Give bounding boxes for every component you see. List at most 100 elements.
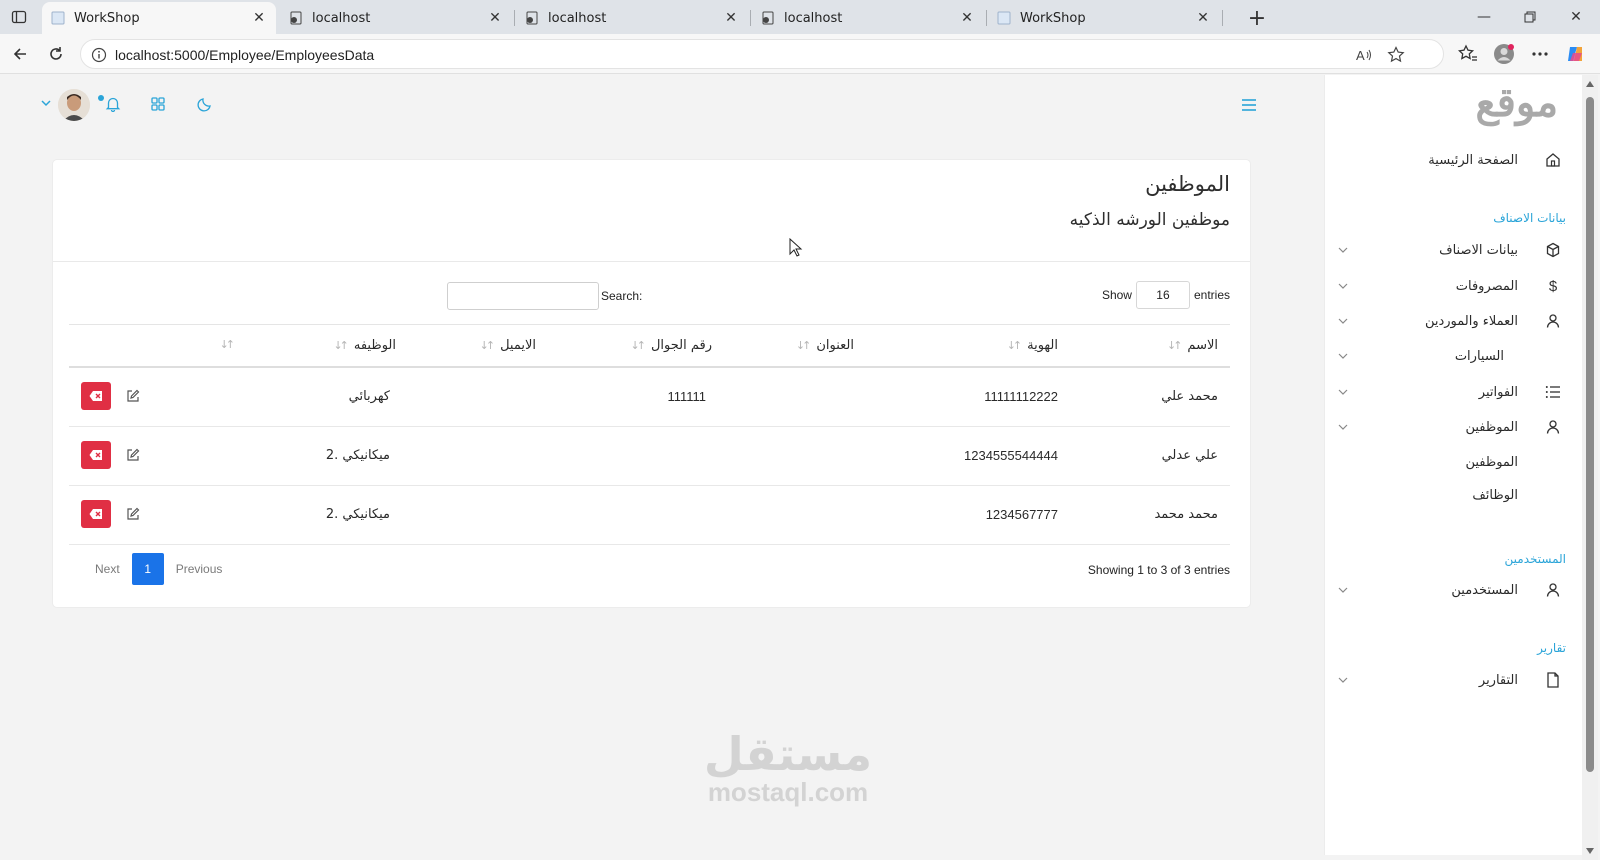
favorite-star-icon[interactable]	[1387, 46, 1405, 64]
employees-card: الموظفين موظفين الورشه الذكيه Show 16 en…	[53, 160, 1250, 607]
column-header-actions[interactable]: ↑↓	[220, 338, 240, 351]
close-tab-icon[interactable]: ✕	[722, 9, 740, 27]
page-top-navbar	[4, 75, 1324, 135]
sidebar-item-label: العملاء والموردين	[1424, 313, 1518, 329]
close-tab-icon[interactable]: ✕	[958, 9, 976, 27]
watermark-arabic: مستقل	[703, 727, 873, 781]
sidebar-item-label: الفواتير	[1478, 384, 1518, 400]
pagination-next[interactable]: Next	[83, 562, 132, 576]
tab-title: WorkShop	[1020, 10, 1086, 26]
delete-button[interactable]	[81, 382, 111, 410]
sidebar-section-reports: تقارير	[1537, 641, 1566, 655]
table-search: Search:	[447, 282, 642, 310]
browser-tab[interactable]: localhost ✕	[516, 2, 748, 34]
entries-length-control: Show 16 entries	[1102, 281, 1230, 309]
sidebar-item-label: السيارات	[1454, 348, 1504, 364]
read-aloud-icon[interactable]: A	[1355, 46, 1373, 64]
minimize-icon[interactable]: —	[1470, 4, 1498, 30]
delete-button[interactable]	[81, 441, 111, 469]
sidebar-item-customers-suppliers[interactable]: العملاء والموردين	[1324, 306, 1582, 336]
browser-tab[interactable]: localhost ✕	[752, 2, 984, 34]
sidebar-item-reports[interactable]: التقارير	[1324, 665, 1582, 695]
svg-text:A: A	[1356, 48, 1365, 63]
cell-job: ميكانيكي .2	[325, 448, 390, 463]
sidebar-item-cars[interactable]: السيارات	[1324, 341, 1582, 371]
page-scrollbar[interactable]	[1582, 75, 1598, 860]
cell-name: محمد محمد	[1154, 507, 1218, 522]
column-header-email[interactable]: الايميل ↑↓	[480, 338, 536, 353]
reload-icon[interactable]	[42, 40, 70, 68]
url-bar[interactable]: localhost:5000/Employee/EmployeesData A	[80, 39, 1444, 69]
mostaql-watermark: مستقل mostaql.com	[688, 731, 888, 805]
dark-mode-moon-icon[interactable]	[196, 95, 214, 113]
hamburger-menu-icon[interactable]	[1240, 97, 1258, 113]
close-tab-icon[interactable]: ✕	[1194, 9, 1212, 27]
site-info-icon[interactable]	[91, 47, 107, 63]
copilot-icon[interactable]	[1564, 42, 1588, 66]
table-header: الاسم ↑↓ الهوية ↑↓ العنوان ↑↓ رقم الجوال ↑↓ …	[69, 324, 1230, 368]
sidebar-item-employees[interactable]: الموظفين	[1324, 412, 1582, 442]
pagination-previous[interactable]: Previous	[164, 562, 235, 576]
sidebar-item-label: الموظفين	[1465, 419, 1518, 435]
sort-icon: ↑↓	[795, 339, 812, 352]
sidebar-section-users: المستخدمين	[1504, 552, 1566, 566]
user-icon	[1544, 418, 1562, 436]
sidebar-subitem-jobs[interactable]: الوظائف	[1472, 488, 1518, 503]
scroll-up-icon[interactable]	[1586, 81, 1594, 87]
sidebar-subitem-employees[interactable]: الموظفين	[1465, 455, 1518, 470]
scrollbar-thumb[interactable]	[1586, 97, 1594, 772]
mouse-cursor-icon	[789, 238, 803, 257]
new-tab-button[interactable]: +	[1244, 5, 1270, 31]
cell-job: ميكانيكي .2	[325, 507, 390, 522]
edit-icon[interactable]	[125, 506, 141, 522]
column-header-id[interactable]: الهوية ↑↓	[1007, 338, 1058, 353]
edit-icon[interactable]	[125, 388, 141, 404]
file-icon	[1544, 671, 1562, 689]
column-header-job[interactable]: الوظيفه ↑↓	[333, 338, 396, 353]
chevron-down-icon	[1336, 385, 1350, 399]
restore-icon[interactable]	[1516, 4, 1544, 30]
more-options-icon[interactable]	[1528, 42, 1552, 66]
browser-tab[interactable]: WorkShop ✕	[42, 2, 276, 34]
brand-logo[interactable]: موقع	[1476, 79, 1560, 126]
tab-title: WorkShop	[74, 10, 140, 26]
cell-id: 1234555544444	[964, 448, 1058, 463]
search-input[interactable]	[447, 282, 599, 310]
page-favicon-icon	[288, 10, 304, 26]
browser-tab[interactable]: WorkShop ✕	[988, 2, 1220, 34]
avatar[interactable]	[58, 89, 90, 121]
close-window-icon[interactable]: ✕	[1562, 4, 1590, 30]
apps-grid-icon[interactable]	[149, 95, 167, 113]
sidebar-item-label: بيانات الاصناف	[1439, 242, 1518, 258]
favorites-icon[interactable]	[1456, 42, 1480, 66]
sidebar-item-users[interactable]: المستخدمين	[1324, 575, 1582, 605]
chevron-down-icon	[1336, 583, 1350, 597]
entries-length-select[interactable]: 16	[1135, 281, 1190, 309]
column-header-phone[interactable]: رقم الجوال ↑↓	[631, 338, 712, 353]
sidebar-item-categories[interactable]: بيانات الاصناف	[1324, 235, 1582, 265]
sort-icon: ↑↓	[479, 339, 496, 352]
scroll-down-icon[interactable]	[1586, 848, 1594, 854]
delete-button[interactable]	[81, 500, 111, 528]
chevron-down-icon[interactable]	[40, 97, 52, 109]
column-header-address[interactable]: العنوان ↑↓	[796, 338, 854, 353]
sidebar-item-invoices[interactable]: الفواتير	[1324, 377, 1582, 407]
tab-title: localhost	[548, 10, 607, 26]
tab-actions-icon[interactable]	[8, 6, 30, 28]
chevron-down-icon	[1336, 243, 1350, 257]
browser-tab[interactable]: localhost ✕	[280, 2, 512, 34]
back-icon[interactable]	[6, 40, 34, 68]
sidebar-item-label: التقارير	[1478, 672, 1518, 688]
cube-icon	[1544, 241, 1562, 259]
close-tab-icon[interactable]: ✕	[486, 9, 504, 27]
sidebar-item-home[interactable]: الصفحة الرئيسية	[1324, 145, 1582, 175]
pagination-page[interactable]: 1	[131, 553, 164, 585]
notification-bell-icon[interactable]	[104, 95, 122, 113]
close-tab-icon[interactable]: ✕	[250, 9, 268, 27]
edit-icon[interactable]	[125, 447, 141, 463]
sidebar-item-expenses[interactable]: $ المصروفات	[1324, 271, 1582, 301]
user-icon	[1544, 581, 1562, 599]
column-header-name[interactable]: الاسم ↑↓	[1167, 338, 1218, 353]
sidebar: موقع الصفحة الرئيسية بيانات الاصناف بيان…	[1324, 75, 1582, 855]
profile-icon[interactable]	[1492, 42, 1516, 66]
